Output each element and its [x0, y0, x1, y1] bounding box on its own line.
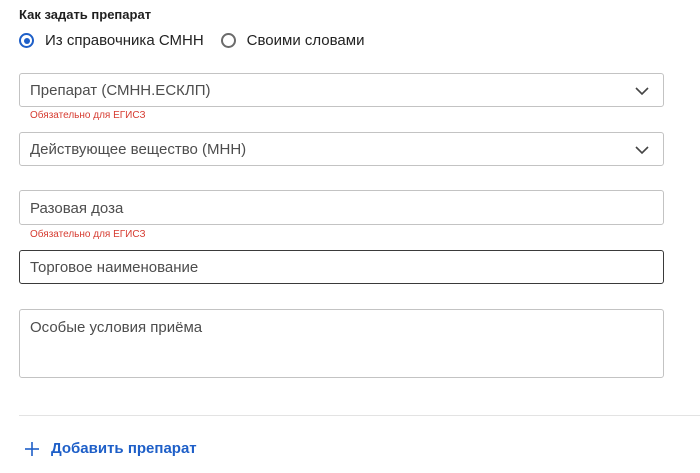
- radio-unchecked-icon: [220, 33, 236, 48]
- radio-own-words[interactable]: Своими словами: [220, 32, 365, 49]
- trade-name-input[interactable]: Торговое наименование: [19, 250, 664, 284]
- divider: [19, 415, 700, 416]
- trade-name-input-placeholder: Торговое наименование: [30, 259, 199, 276]
- radio-from-directory[interactable]: Из справочника СМНН: [19, 32, 204, 49]
- dose-input-placeholder: Разовая доза: [30, 200, 124, 217]
- conditions-textarea-placeholder: Особые условия приёма: [30, 319, 203, 336]
- chevron-down-icon: [635, 87, 649, 96]
- substance-select[interactable]: Действующее вещество (МНН): [19, 132, 664, 166]
- chevron-down-icon: [635, 146, 649, 155]
- drug-mode-radio-group: Из справочника СМНН Своими словами: [19, 32, 381, 49]
- radio-checked-icon: [19, 33, 34, 48]
- drug-select[interactable]: Препарат (СМНН.ЕСКЛП): [19, 73, 664, 107]
- plus-icon: [25, 441, 39, 456]
- substance-select-placeholder: Действующее вещество (МНН): [30, 141, 247, 158]
- dose-input[interactable]: Разовая доза: [19, 190, 664, 225]
- radio-label: Своими словами: [246, 32, 365, 49]
- section-title: Как задать препарат: [19, 7, 152, 22]
- add-drug-button[interactable]: Добавить препарат: [24, 440, 197, 457]
- drug-error-text: Обязательно для ЕГИСЗ: [30, 110, 146, 121]
- dose-error-text: Обязательно для ЕГИСЗ: [30, 229, 146, 240]
- drug-select-placeholder: Препарат (СМНН.ЕСКЛП): [30, 82, 211, 99]
- radio-label: Из справочника СМНН: [45, 32, 204, 49]
- add-drug-button-label: Добавить препарат: [51, 440, 197, 457]
- drug-form: Как задать препарат Из справочника СМНН …: [0, 0, 700, 473]
- conditions-textarea[interactable]: Особые условия приёма: [19, 309, 664, 378]
